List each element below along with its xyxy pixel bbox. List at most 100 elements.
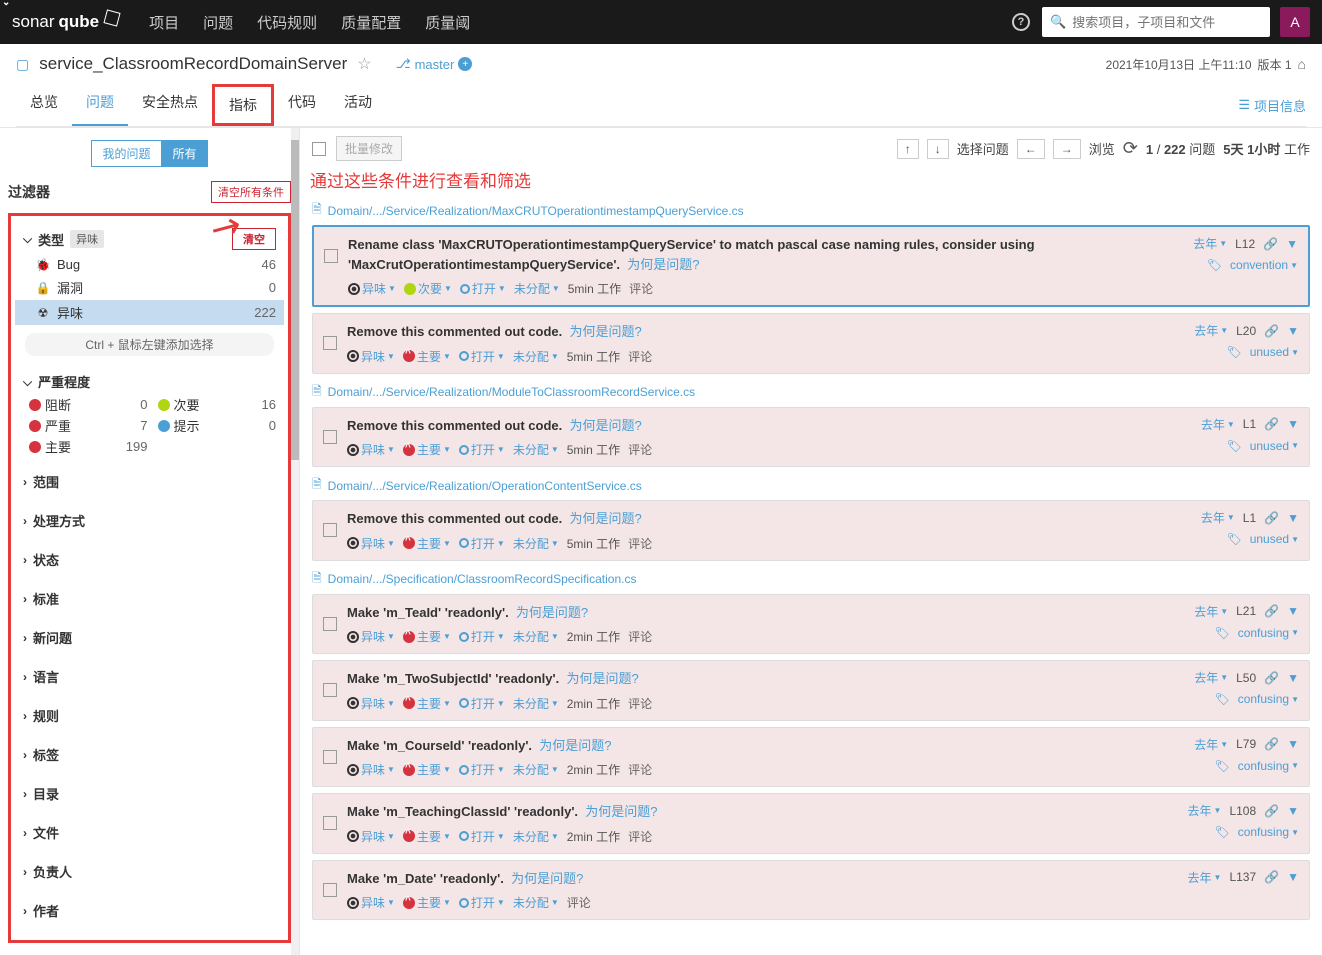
type-filter-row[interactable]: 🔒漏洞0 <box>15 275 284 300</box>
reload-icon[interactable]: ⟳ <box>1123 138 1138 159</box>
facet-header[interactable]: 新问题 <box>15 624 284 651</box>
issue-checkbox[interactable] <box>323 617 337 631</box>
why-link[interactable]: 为何是问题? <box>511 871 583 886</box>
search-input[interactable] <box>1072 15 1262 30</box>
project-tab[interactable]: 代码 <box>274 84 330 126</box>
project-info-link[interactable]: 项目信息 <box>1238 84 1306 126</box>
issue-assignee-dropdown[interactable]: 未分配 <box>513 828 559 845</box>
branch-plus-icon[interactable]: + <box>458 57 472 71</box>
why-link[interactable]: 为何是问题? <box>570 324 642 339</box>
facet-header[interactable]: 规则 <box>15 702 284 729</box>
filter-icon[interactable]: ▼ <box>1287 804 1299 818</box>
type-filter-row[interactable]: ☢异味222 <box>15 300 284 325</box>
facet-severity-header[interactable]: 严重程度 <box>15 368 284 395</box>
issue-assignee-dropdown[interactable]: 未分配 <box>513 348 559 365</box>
severity-filter-item[interactable]: 主要199 <box>29 437 148 456</box>
permalink-icon[interactable]: 🔗 <box>1264 737 1279 751</box>
why-link[interactable]: 为何是问题? <box>539 738 611 753</box>
severity-filter-item[interactable]: 严重7 <box>29 416 148 435</box>
project-tab[interactable]: 安全热点 <box>128 84 212 126</box>
issue-tag[interactable]: unused <box>1250 532 1299 546</box>
issue-type-dropdown[interactable]: 异味 <box>347 761 395 778</box>
issue-checkbox[interactable] <box>323 336 337 350</box>
issue-checkbox[interactable] <box>323 750 337 764</box>
issue-comment-link[interactable]: 评论 <box>628 695 652 712</box>
issue-card[interactable]: Make 'm_CourseId' 'readonly'. 为何是问题? 异味 … <box>312 727 1310 788</box>
issue-comment-link[interactable]: 评论 <box>628 535 652 552</box>
issue-type-dropdown[interactable]: 异味 <box>347 828 395 845</box>
permalink-icon[interactable]: 🔗 <box>1264 511 1279 525</box>
permalink-icon[interactable]: 🔗 <box>1263 237 1278 251</box>
issue-assignee-dropdown[interactable]: 未分配 <box>513 894 559 911</box>
why-link[interactable]: 为何是问题? <box>585 804 657 819</box>
filter-icon[interactable]: ▼ <box>1287 870 1299 884</box>
facet-header[interactable]: 状态 <box>15 546 284 573</box>
issue-tag[interactable]: unused <box>1250 345 1299 359</box>
facet-header[interactable]: 文件 <box>15 819 284 846</box>
issue-type-dropdown[interactable]: 异味 <box>347 894 395 911</box>
why-link[interactable]: 为何是问题? <box>570 511 642 526</box>
project-tab[interactable]: 总览 <box>16 84 72 126</box>
issue-assignee-dropdown[interactable]: 未分配 <box>514 280 560 297</box>
issue-status-dropdown[interactable]: 打开 <box>459 628 505 645</box>
project-tab[interactable]: 活动 <box>330 84 386 126</box>
facet-header[interactable]: 负责人 <box>15 858 284 885</box>
facet-header[interactable]: 范围 <box>15 468 284 495</box>
issue-card[interactable]: Make 'm_TeaId' 'readonly'. 为何是问题? 异味 主要 … <box>312 594 1310 655</box>
filter-icon[interactable]: ▼ <box>1286 237 1298 251</box>
type-filter-row[interactable]: 🐞Bug46 <box>15 254 284 275</box>
issue-status-dropdown[interactable]: 打开 <box>459 894 505 911</box>
issue-card[interactable]: Make 'm_TwoSubjectId' 'readonly'. 为何是问题?… <box>312 660 1310 721</box>
issue-comment-link[interactable]: 评论 <box>628 441 652 458</box>
issue-severity-dropdown[interactable]: 主要 <box>403 828 451 845</box>
issue-checkbox[interactable] <box>323 430 337 444</box>
issue-tag[interactable]: confusing <box>1238 626 1299 640</box>
issue-comment-link[interactable]: 评论 <box>628 828 652 845</box>
issue-comment-link[interactable]: 评论 <box>567 894 591 911</box>
clear-all-filters-button[interactable]: 清空所有条件 <box>211 181 291 203</box>
issue-tag[interactable]: confusing <box>1238 825 1299 839</box>
issue-age[interactable]: 去年 <box>1201 509 1235 526</box>
issue-status-dropdown[interactable]: 打开 <box>459 761 505 778</box>
issue-comment-link[interactable]: 评论 <box>628 761 652 778</box>
issue-tag[interactable]: convention <box>1230 258 1298 272</box>
issue-severity-dropdown[interactable]: 主要 <box>403 894 451 911</box>
issue-status-dropdown[interactable]: 打开 <box>459 535 505 552</box>
filter-icon[interactable]: ▼ <box>1287 737 1299 751</box>
issue-age[interactable]: 去年 <box>1194 669 1228 686</box>
filter-icon[interactable]: ▼ <box>1287 671 1299 685</box>
issue-assignee-dropdown[interactable]: 未分配 <box>513 441 559 458</box>
issue-severity-dropdown[interactable]: 主要 <box>403 535 451 552</box>
issue-type-dropdown[interactable]: 异味 <box>348 280 396 297</box>
issue-age[interactable]: 去年 <box>1194 603 1228 620</box>
issue-comment-link[interactable]: 评论 <box>628 348 652 365</box>
issue-checkbox[interactable] <box>323 883 337 897</box>
file-path[interactable]: 🗎Domain/.../Service/Realization/MaxCRUTO… <box>312 200 1310 221</box>
project-tab[interactable]: 问题 <box>72 84 128 126</box>
facet-header[interactable]: 作者 <box>15 897 284 924</box>
severity-filter-item[interactable]: 提示0 <box>158 416 277 435</box>
filter-icon[interactable]: ▼ <box>1287 417 1299 431</box>
issue-age[interactable]: 去年 <box>1201 416 1235 433</box>
issue-tag[interactable]: confusing <box>1238 692 1299 706</box>
help-icon[interactable]: ? <box>1012 13 1030 31</box>
permalink-icon[interactable]: 🔗 <box>1264 604 1279 618</box>
issue-severity-dropdown[interactable]: 次要 <box>404 280 452 297</box>
issue-checkbox[interactable] <box>323 816 337 830</box>
issue-age[interactable]: 去年 <box>1193 235 1227 252</box>
issue-card[interactable]: Remove this commented out code. 为何是问题? 异… <box>312 313 1310 374</box>
issue-assignee-dropdown[interactable]: 未分配 <box>513 628 559 645</box>
issue-card[interactable]: Rename class 'MaxCRUTOperationtimestampQ… <box>312 225 1310 307</box>
issue-severity-dropdown[interactable]: 主要 <box>403 761 451 778</box>
facet-header[interactable]: 标准 <box>15 585 284 612</box>
issue-assignee-dropdown[interactable]: 未分配 <box>513 535 559 552</box>
issue-assignee-dropdown[interactable]: 未分配 <box>513 695 559 712</box>
star-icon[interactable]: ☆ <box>357 54 371 74</box>
nav-left-button[interactable]: ← <box>1017 139 1045 159</box>
file-path[interactable]: 🗎Domain/.../Service/Realization/Operatio… <box>312 475 1310 496</box>
issue-card[interactable]: Remove this commented out code. 为何是问题? 异… <box>312 500 1310 561</box>
facet-header[interactable]: 目录 <box>15 780 284 807</box>
issue-type-dropdown[interactable]: 异味 <box>347 535 395 552</box>
issue-type-dropdown[interactable]: 异味 <box>347 695 395 712</box>
issue-checkbox[interactable] <box>323 523 337 537</box>
